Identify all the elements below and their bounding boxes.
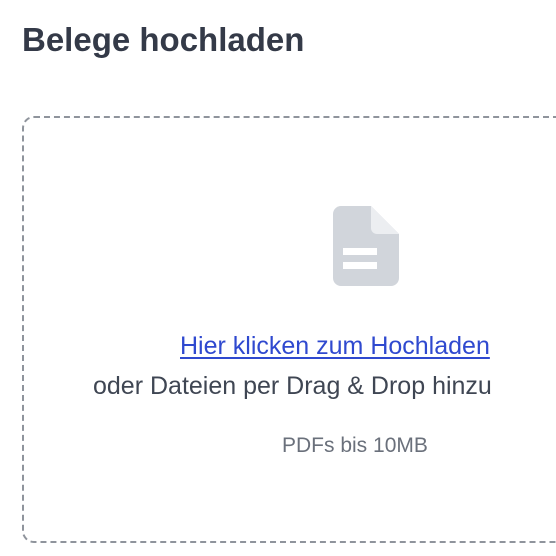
file-size-limit-text: PDFs bis 10MB	[282, 434, 428, 457]
upload-page: Belege hochladen Hier klicken zum Hochla…	[0, 0, 556, 556]
drag-drop-instruction: oder Dateien per Drag & Drop hinzu	[93, 372, 492, 400]
upload-link[interactable]: Hier klicken zum Hochladen	[180, 330, 490, 362]
page-title: Belege hochladen	[22, 21, 305, 58]
document-icon	[333, 206, 399, 286]
